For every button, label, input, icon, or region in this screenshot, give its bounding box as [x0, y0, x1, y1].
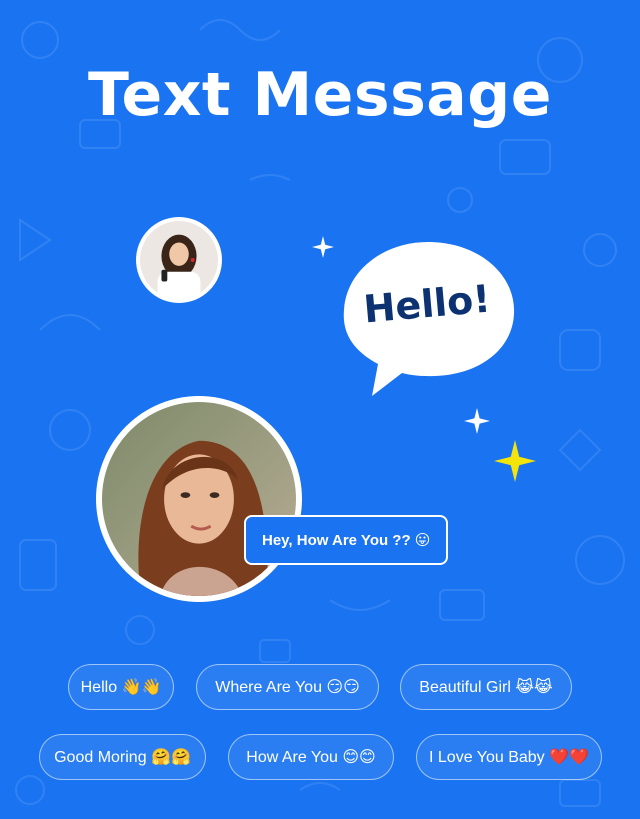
avatar [136, 217, 222, 303]
quick-reply-chip-beautiful-girl[interactable]: Beautiful Girl 😹😹 [400, 664, 572, 710]
quick-reply-chip-hello[interactable]: Hello 👋👋 [68, 664, 174, 710]
page-title: Text Message [88, 60, 552, 130]
woman-portrait-photo [102, 402, 296, 596]
sparkle-icon [464, 408, 490, 434]
avatar-large [96, 396, 302, 602]
quick-reply-chip-good-moring[interactable]: Good Moring 🤗🤗 [39, 734, 206, 780]
quick-reply-chip-where-are-you[interactable]: Where Are You 😏😏 [196, 664, 379, 710]
quick-reply-chip-how-are-you[interactable]: How Are You 😊😊 [228, 734, 394, 780]
sparkle-yellow-icon [494, 440, 536, 482]
message-bubble: Hey, How Are You ?? 😛 [244, 515, 449, 565]
woman-with-phone-photo [140, 221, 218, 299]
quick-reply-chip-i-love-you-baby[interactable]: I Love You Baby ❤️❤️ [416, 734, 602, 780]
sparkle-icon [312, 236, 334, 258]
